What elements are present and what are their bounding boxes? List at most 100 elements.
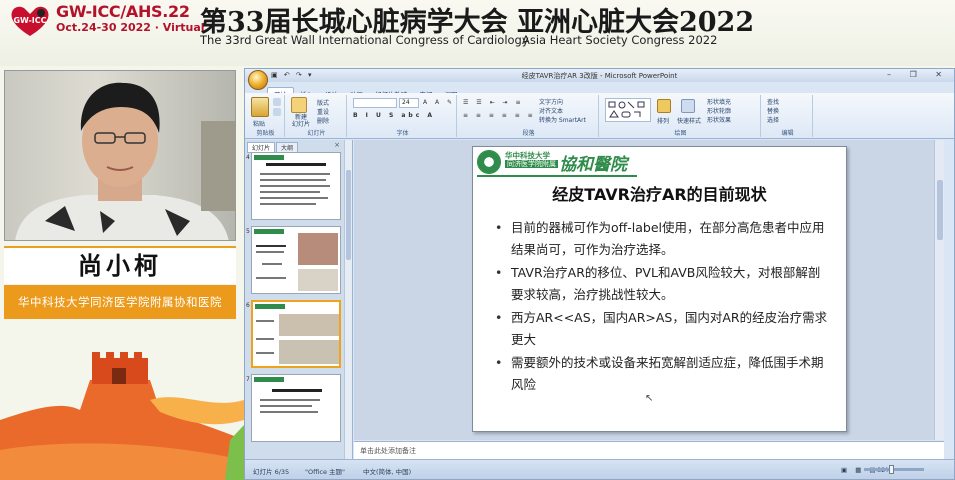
slide-thumbnail-6[interactable]: [251, 300, 341, 368]
align-text-button[interactable]: 对齐文本: [539, 106, 563, 115]
font-size-buttons[interactable]: A A ✎: [423, 99, 455, 106]
thumbnail-line: [260, 179, 326, 181]
scrollbar-thumb[interactable]: [937, 180, 943, 240]
thumbnail-header: [254, 229, 284, 234]
speaker-affiliation: 华中科技大学同济医学院附属协和医院: [4, 285, 236, 319]
smartart-button[interactable]: 转换为 SmartArt: [539, 115, 586, 124]
header-divider: [477, 175, 637, 177]
copy-icon[interactable]: [273, 108, 281, 116]
bullet-item: 目前的器械可作为off-label使用，在部分高危患者中应用结果尚可，可作为治疗…: [495, 217, 830, 260]
clipboard-group-label: 剪贴板: [256, 130, 275, 137]
shape-fill-button[interactable]: 形状填充: [707, 97, 731, 106]
thumbnail-line: [256, 277, 286, 279]
layout-button[interactable]: 版式: [317, 98, 329, 107]
thumbnail-image: [279, 314, 339, 336]
font-name-field[interactable]: [353, 98, 397, 108]
thumbnail-number: 5: [246, 228, 250, 235]
thumbnail-image: [298, 269, 338, 291]
status-bar: 幻灯片 6/35 "Office 主题" 中文(简体, 中国) ▣ ▦ ▤ 82…: [245, 459, 954, 479]
university-subname: 同济医学院附属: [505, 160, 558, 168]
thumbnail-line: [256, 245, 286, 247]
thumbnail-line: [260, 399, 320, 401]
new-slide-label[interactable]: 新建 幻灯片: [289, 114, 313, 128]
thumbnail-header: [255, 304, 285, 309]
select-button[interactable]: 选择: [767, 115, 779, 124]
slide-thumbnail-5[interactable]: [251, 226, 341, 294]
slide-title[interactable]: 经皮TAVR治疗AR的目前现状: [473, 181, 846, 205]
font-group: 24 A A ✎ B I U S abc A 字体: [349, 95, 457, 137]
great-wall-illustration: [0, 340, 244, 480]
thumbnail-line: [260, 173, 330, 175]
zoom-slider[interactable]: [864, 468, 924, 471]
language-indicator[interactable]: 中文(简体, 中国): [363, 466, 411, 476]
replace-button[interactable]: 替换: [767, 106, 779, 115]
powerpoint-window: ▣ ↶ ↷ ▾ 经皮TAVR治疗AR 3改版 - Microsoft Power…: [244, 68, 955, 480]
speaker-silhouette: [15, 82, 235, 240]
text-direction-button[interactable]: 文字方向: [539, 97, 563, 106]
theme-name: "Office 主题": [305, 468, 346, 476]
reset-button[interactable]: 重设: [317, 107, 329, 116]
thumbnail-line: [262, 263, 282, 265]
slide-thumbnail-4[interactable]: [251, 152, 341, 220]
window-controls[interactable]: – ❐ ✕: [887, 70, 950, 79]
thumbnail-line: [260, 203, 316, 205]
drawing-group-label: 绘图: [674, 130, 687, 137]
paste-label: 粘贴: [253, 121, 266, 128]
thumbnail-title: [266, 163, 326, 166]
arrange-button[interactable]: 排列: [657, 116, 669, 125]
slides-panel: 幻灯片 大纲 × 4 5 6 7: [245, 140, 353, 460]
close-icon[interactable]: ×: [334, 141, 340, 149]
thumbnail-line: [256, 320, 274, 322]
slide-bullet-list[interactable]: 目前的器械可作为off-label使用，在部分高危患者中应用结果尚可，可作为治疗…: [495, 217, 830, 397]
thumbnail-image: [279, 340, 339, 364]
conference-logo: GW-ICC: [8, 4, 52, 38]
quick-styles-button[interactable]: 快速样式: [677, 116, 701, 125]
speaker-video: [4, 70, 236, 241]
paste-icon[interactable]: [251, 97, 269, 117]
university-logo-icon: [477, 150, 501, 174]
slides-group: 新建 幻灯片 版式 重设 删除 幻灯片: [287, 95, 347, 137]
ribbon-tabs: 开始插入设计动画幻灯片放映审阅视图: [267, 82, 464, 100]
slide-thumbnail-7[interactable]: [251, 374, 341, 442]
speaker-name: 尚小柯: [4, 246, 236, 284]
font-size-field[interactable]: 24: [399, 98, 419, 108]
align-buttons[interactable]: ≡ ≡ ≡ ≡ ≡ ≡: [463, 112, 536, 119]
window-titlebar: ▣ ↶ ↷ ▾ 经皮TAVR治疗AR 3改版 - Microsoft Power…: [245, 69, 954, 82]
cut-icon[interactable]: [273, 98, 281, 106]
quick-styles-icon[interactable]: [681, 99, 695, 113]
arrange-icon[interactable]: [657, 99, 671, 113]
thumbnail-line: [260, 405, 312, 407]
notes-pane[interactable]: 单击此处添加备注: [354, 441, 944, 459]
thumbnail-line: [256, 251, 284, 253]
editing-group-label: 编辑: [781, 130, 794, 137]
paragraph-group-label: 段落: [522, 130, 535, 137]
scrollbar-thumb[interactable]: [346, 170, 351, 260]
conference-title-en: The 33rd Great Wall International Congre…: [200, 33, 529, 47]
conference-title-en-2: Asia Heart Society Congress 2022: [522, 33, 718, 47]
zoom-slider-handle[interactable]: [889, 465, 894, 474]
shapes-icon: [608, 101, 645, 118]
list-buttons[interactable]: ☰ ☰ ⇤ ⇥ ≡: [463, 99, 523, 106]
edit-scrollbar[interactable]: [934, 140, 944, 440]
shape-effect-button[interactable]: 形状效果: [707, 115, 731, 124]
thumbnail-number: 6: [246, 302, 250, 309]
shape-outline-button[interactable]: 形状轮廓: [707, 106, 731, 115]
current-slide[interactable]: 华中科技大学 同济医学院附属 協和醫院 经皮TAVR治疗AR的目前现状 目前的器…: [472, 146, 847, 432]
thumbnail-line: [256, 352, 274, 354]
office-button[interactable]: [248, 70, 268, 90]
slide-counter: 幻灯片 6/35: [253, 468, 290, 476]
font-style-buttons[interactable]: B I U S abc A: [353, 112, 435, 119]
thumbnail-line: [260, 197, 328, 199]
panel-scrollbar[interactable]: [344, 140, 352, 460]
bullet-item: 西方AR<<AS，国内AR>AS，国内对AR的经皮治疗需求更大: [495, 307, 830, 350]
new-slide-icon[interactable]: [291, 97, 307, 113]
delete-button[interactable]: 删除: [317, 116, 329, 125]
shapes-gallery[interactable]: [605, 98, 651, 122]
editing-group: 查找 替换 选择 编辑: [763, 95, 813, 137]
hospital-name: 協和醫院: [559, 155, 627, 175]
find-button[interactable]: 查找: [767, 97, 779, 106]
thumbnail-line: [260, 185, 330, 187]
university-name: 华中科技大学: [505, 151, 550, 160]
mouse-cursor-icon: ↖: [645, 393, 654, 404]
conference-date: Oct.24-30 2022 · Virtual: [56, 21, 205, 34]
